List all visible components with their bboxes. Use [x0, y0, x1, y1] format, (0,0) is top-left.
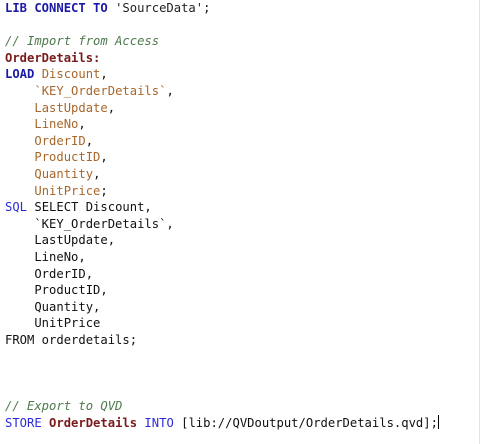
code-token: 'SourceData'	[115, 1, 204, 15]
code-token: LineNo	[34, 117, 79, 132]
code-token: FROM orderdetails;	[5, 332, 138, 347]
code-token: ,	[85, 133, 94, 148]
code-line[interactable]: ProductID,	[5, 149, 439, 166]
code-line[interactable]: Quantity,	[5, 299, 439, 316]
code-line[interactable]: OrderID,	[5, 133, 439, 150]
code-token: ,	[166, 83, 174, 98]
code-token: ,	[78, 117, 86, 132]
script-code-area[interactable]: LIB CONNECT TO 'SourceData'; // Import f…	[5, 0, 439, 431]
code-line[interactable]: OrderID,	[5, 266, 439, 283]
code-token: Discount	[41, 67, 101, 82]
code-token: LIB CONNECT TO	[5, 1, 116, 15]
code-token: LOAD	[5, 67, 42, 82]
code-token: OrderDetails	[49, 415, 138, 430]
code-line[interactable]: `KEY_OrderDetails`,	[5, 216, 439, 233]
code-token: LineNo,	[5, 249, 86, 264]
code-token: STORE	[5, 415, 50, 430]
text-cursor	[437, 414, 439, 429]
code-token: ProductID	[34, 150, 101, 165]
code-token: SELECT Discount,	[34, 200, 152, 215]
code-token: Quantity,	[5, 299, 101, 314]
code-token: UnitPrice	[34, 183, 101, 198]
code-line[interactable]: LastUpdate,	[5, 100, 439, 117]
code-line[interactable]	[5, 365, 439, 382]
code-line[interactable]: LineNo,	[5, 116, 439, 133]
code-token: // Import from Access	[5, 34, 160, 49]
code-line[interactable]	[5, 382, 439, 399]
code-token: Quantity	[34, 166, 94, 181]
code-token: [lib://QVDoutput/OrderDetails.qvd];	[181, 415, 438, 430]
script-editor[interactable]: LIB CONNECT TO 'SourceData'; // Import f…	[0, 0, 480, 444]
code-token: LastUpdate,	[5, 233, 116, 248]
code-token: OrderDetails:	[5, 50, 101, 65]
code-token: UnitPrice	[5, 316, 101, 331]
code-line[interactable]: STORE OrderDetails INTO [lib://QVDoutput…	[5, 414, 439, 432]
code-token: `KEY_OrderDetails`	[34, 83, 167, 98]
code-line[interactable]: OrderDetails:	[5, 50, 439, 67]
code-token: SQL	[5, 200, 35, 215]
code-line[interactable]: LineNo,	[5, 249, 439, 266]
code-line[interactable]: Quantity,	[5, 166, 439, 183]
code-token: ;	[203, 1, 211, 15]
code-token: // Export to QVD	[5, 399, 123, 414]
code-token: ,	[93, 166, 101, 181]
code-token: ;	[100, 183, 108, 198]
code-token: OrderID,	[5, 266, 94, 281]
code-line[interactable]: UnitPrice;	[5, 183, 439, 200]
code-token: LastUpdate	[34, 100, 108, 115]
code-token: ProductID,	[5, 283, 108, 298]
code-token: ,	[100, 67, 108, 82]
code-line[interactable]: LIB CONNECT TO 'SourceData';	[5, 0, 439, 17]
code-token: OrderID	[34, 133, 86, 148]
code-token: INTO	[137, 415, 182, 430]
code-line[interactable]: LOAD Discount,	[5, 66, 439, 83]
code-line[interactable]	[5, 17, 439, 34]
code-line[interactable]	[5, 348, 439, 365]
code-token: ,	[107, 100, 116, 115]
code-line[interactable]: // Import from Access	[5, 33, 439, 50]
code-token: `KEY_OrderDetails`,	[5, 216, 174, 231]
code-line[interactable]: FROM orderdetails;	[5, 332, 439, 349]
code-line[interactable]: LastUpdate,	[5, 232, 439, 249]
code-line[interactable]: SQL SELECT Discount,	[5, 199, 439, 216]
code-line[interactable]: // Export to QVD	[5, 398, 439, 415]
code-line[interactable]: UnitPrice	[5, 315, 439, 332]
code-line[interactable]: `KEY_OrderDetails`,	[5, 83, 439, 100]
code-line[interactable]: ProductID,	[5, 282, 439, 299]
code-token: ,	[100, 150, 108, 165]
